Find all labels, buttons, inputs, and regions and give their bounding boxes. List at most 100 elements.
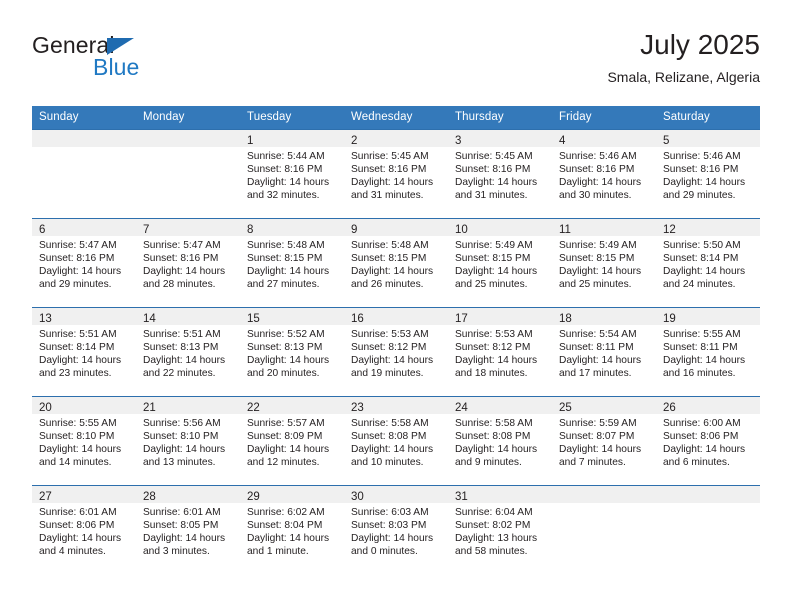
day-number-band: 20 xyxy=(32,397,136,414)
calendar-day-cell[interactable]: 22 Sunrise: 5:57 AM Sunset: 8:09 PM Dayligh… xyxy=(240,396,344,486)
day-cell-inner: 25 Sunrise: 5:59 AM Sunset: 8:07 PM Dayligh… xyxy=(552,397,656,485)
day-number-band: 25 xyxy=(552,397,656,414)
day-details: Sunrise: 6:00 AM Sunset: 8:06 PM Daylight:… xyxy=(656,414,760,469)
day-cell-inner xyxy=(656,486,760,574)
daylight-text-line2: and 58 minutes. xyxy=(455,546,528,558)
sunrise-text: Sunrise: 5:48 AM xyxy=(351,240,429,251)
calendar-day-cell-empty xyxy=(32,129,136,219)
daylight-text-line1: Daylight: 14 hours xyxy=(559,266,642,278)
day-cell-inner: 2 Sunrise: 5:45 AM Sunset: 8:16 PM Daylight… xyxy=(344,130,448,218)
brand-logo[interactable]: General Blue xyxy=(32,32,232,88)
calendar-day-cell[interactable]: 28 Sunrise: 6:01 AM Sunset: 8:05 PM Dayligh… xyxy=(136,485,240,574)
calendar-day-cell[interactable]: 3 Sunrise: 5:45 AM Sunset: 8:16 PM Daylight… xyxy=(448,129,552,219)
sunset-text: Sunset: 8:16 PM xyxy=(663,164,739,176)
sunrise-text: Sunrise: 5:45 AM xyxy=(455,151,533,162)
calendar-day-cell[interactable]: 15 Sunrise: 5:52 AM Sunset: 8:13 PM Dayligh… xyxy=(240,307,344,397)
daylight-text-line1: Daylight: 14 hours xyxy=(455,177,538,189)
sunset-text: Sunset: 8:10 PM xyxy=(39,431,115,443)
day-cell-inner: 9 Sunrise: 5:48 AM Sunset: 8:15 PM Daylight… xyxy=(344,219,448,307)
calendar-day-cell[interactable]: 13 Sunrise: 5:51 AM Sunset: 8:14 PM Dayligh… xyxy=(32,307,136,397)
day-cell-inner: 14 Sunrise: 5:51 AM Sunset: 8:13 PM Dayligh… xyxy=(136,308,240,396)
sunrise-text: Sunrise: 5:44 AM xyxy=(247,151,325,162)
day-details: Sunrise: 5:51 AM Sunset: 8:13 PM Daylight:… xyxy=(136,325,240,380)
weekday-header-tuesday: Tuesday xyxy=(240,106,344,130)
sunrise-text: Sunrise: 5:53 AM xyxy=(455,329,533,340)
calendar-day-cell[interactable]: 23 Sunrise: 5:58 AM Sunset: 8:08 PM Dayligh… xyxy=(344,396,448,486)
calendar-day-cell[interactable]: 26 Sunrise: 6:00 AM Sunset: 8:06 PM Dayligh… xyxy=(656,396,760,486)
day-number-band: 7 xyxy=(136,219,240,236)
daylight-text-line1: Daylight: 14 hours xyxy=(143,533,226,545)
calendar-day-cell[interactable]: 12 Sunrise: 5:50 AM Sunset: 8:14 PM Dayligh… xyxy=(656,218,760,308)
day-cell-inner: 17 Sunrise: 5:53 AM Sunset: 8:12 PM Dayligh… xyxy=(448,308,552,396)
weekday-header-monday: Monday xyxy=(136,106,240,130)
daylight-text-line2: and 0 minutes. xyxy=(351,546,418,558)
sunrise-text: Sunrise: 5:54 AM xyxy=(559,329,637,340)
day-cell-inner: 24 Sunrise: 5:58 AM Sunset: 8:08 PM Dayligh… xyxy=(448,397,552,485)
sunrise-text: Sunrise: 5:56 AM xyxy=(143,418,221,429)
calendar-day-cell[interactable]: 10 Sunrise: 5:49 AM Sunset: 8:15 PM Dayligh… xyxy=(448,218,552,308)
calendar-day-cell[interactable]: 29 Sunrise: 6:02 AM Sunset: 8:04 PM Dayligh… xyxy=(240,485,344,574)
day-number-band: 30 xyxy=(344,486,448,503)
sunset-text: Sunset: 8:15 PM xyxy=(455,253,531,265)
sunset-text: Sunset: 8:06 PM xyxy=(39,520,115,532)
sunset-text: Sunset: 8:15 PM xyxy=(351,253,427,265)
calendar-day-cell[interactable]: 30 Sunrise: 6:03 AM Sunset: 8:03 PM Dayligh… xyxy=(344,485,448,574)
calendar-day-cell[interactable]: 2 Sunrise: 5:45 AM Sunset: 8:16 PM Daylight… xyxy=(344,129,448,219)
calendar-day-cell[interactable]: 1 Sunrise: 5:44 AM Sunset: 8:16 PM Daylight… xyxy=(240,129,344,219)
day-cell-inner: 26 Sunrise: 6:00 AM Sunset: 8:06 PM Dayligh… xyxy=(656,397,760,485)
daylight-text-line2: and 29 minutes. xyxy=(663,190,736,202)
sunrise-text: Sunrise: 5:49 AM xyxy=(455,240,533,251)
day-number: 27 xyxy=(39,491,52,503)
day-number-band: 17 xyxy=(448,308,552,325)
sunset-text: Sunset: 8:16 PM xyxy=(455,164,531,176)
calendar-day-cell[interactable]: 14 Sunrise: 5:51 AM Sunset: 8:13 PM Dayligh… xyxy=(136,307,240,397)
calendar-day-cell[interactable]: 25 Sunrise: 5:59 AM Sunset: 8:07 PM Dayligh… xyxy=(552,396,656,486)
calendar-day-cell[interactable]: 11 Sunrise: 5:49 AM Sunset: 8:15 PM Dayligh… xyxy=(552,218,656,308)
day-number-band: 26 xyxy=(656,397,760,414)
day-details: Sunrise: 5:55 AM Sunset: 8:11 PM Daylight:… xyxy=(656,325,760,380)
calendar-day-cell[interactable]: 20 Sunrise: 5:55 AM Sunset: 8:10 PM Dayligh… xyxy=(32,396,136,486)
day-cell-inner: 19 Sunrise: 5:55 AM Sunset: 8:11 PM Dayligh… xyxy=(656,308,760,396)
calendar-day-cell[interactable]: 5 Sunrise: 5:46 AM Sunset: 8:16 PM Daylight… xyxy=(656,129,760,219)
day-number: 10 xyxy=(455,224,468,236)
day-number: 25 xyxy=(559,402,572,414)
day-number-band: 9 xyxy=(344,219,448,236)
sunset-text: Sunset: 8:14 PM xyxy=(663,253,739,265)
calendar-day-cell[interactable]: 19 Sunrise: 5:55 AM Sunset: 8:11 PM Dayligh… xyxy=(656,307,760,397)
daylight-text-line2: and 17 minutes. xyxy=(559,368,632,380)
calendar-day-cell[interactable]: 27 Sunrise: 6:01 AM Sunset: 8:06 PM Dayligh… xyxy=(32,485,136,574)
calendar-day-cell[interactable]: 9 Sunrise: 5:48 AM Sunset: 8:15 PM Daylight… xyxy=(344,218,448,308)
day-details: Sunrise: 5:58 AM Sunset: 8:08 PM Daylight:… xyxy=(344,414,448,469)
day-number: 16 xyxy=(351,313,364,325)
sunset-text: Sunset: 8:03 PM xyxy=(351,520,427,532)
day-number: 8 xyxy=(247,224,254,236)
sunrise-text: Sunrise: 5:57 AM xyxy=(247,418,325,429)
day-number-band: 16 xyxy=(344,308,448,325)
calendar-day-cell[interactable]: 18 Sunrise: 5:54 AM Sunset: 8:11 PM Dayligh… xyxy=(552,307,656,397)
sunset-text: Sunset: 8:08 PM xyxy=(455,431,531,443)
day-number-band: 12 xyxy=(656,219,760,236)
sunset-text: Sunset: 8:12 PM xyxy=(351,342,427,354)
daylight-text-line1: Daylight: 14 hours xyxy=(351,533,434,545)
day-cell-inner: 6 Sunrise: 5:47 AM Sunset: 8:16 PM Daylight… xyxy=(32,219,136,307)
calendar-day-cell[interactable]: 8 Sunrise: 5:48 AM Sunset: 8:15 PM Daylight… xyxy=(240,218,344,308)
calendar-day-cell[interactable]: 4 Sunrise: 5:46 AM Sunset: 8:16 PM Daylight… xyxy=(552,129,656,219)
calendar-day-cell[interactable]: 7 Sunrise: 5:47 AM Sunset: 8:16 PM Daylight… xyxy=(136,218,240,308)
sunrise-text: Sunrise: 5:58 AM xyxy=(351,418,429,429)
day-cell-inner: 12 Sunrise: 5:50 AM Sunset: 8:14 PM Dayligh… xyxy=(656,219,760,307)
day-cell-inner: 16 Sunrise: 5:53 AM Sunset: 8:12 PM Dayligh… xyxy=(344,308,448,396)
day-number: 14 xyxy=(143,313,156,325)
day-details: Sunrise: 5:54 AM Sunset: 8:11 PM Daylight:… xyxy=(552,325,656,380)
weekday-header-sunday: Sunday xyxy=(32,106,136,130)
day-number: 2 xyxy=(351,135,358,147)
day-number: 24 xyxy=(455,402,468,414)
calendar-day-cell[interactable]: 21 Sunrise: 5:56 AM Sunset: 8:10 PM Dayligh… xyxy=(136,396,240,486)
calendar-day-cell[interactable]: 17 Sunrise: 5:53 AM Sunset: 8:12 PM Dayligh… xyxy=(448,307,552,397)
sunset-text: Sunset: 8:04 PM xyxy=(247,520,323,532)
calendar-day-cell[interactable]: 31 Sunrise: 6:04 AM Sunset: 8:02 PM Dayligh… xyxy=(448,485,552,574)
calendar-day-cell-empty xyxy=(656,485,760,574)
day-number-band xyxy=(656,486,760,503)
calendar-day-cell[interactable]: 24 Sunrise: 5:58 AM Sunset: 8:08 PM Dayligh… xyxy=(448,396,552,486)
calendar-day-cell[interactable]: 16 Sunrise: 5:53 AM Sunset: 8:12 PM Dayligh… xyxy=(344,307,448,397)
calendar-day-cell[interactable]: 6 Sunrise: 5:47 AM Sunset: 8:16 PM Daylight… xyxy=(32,218,136,308)
